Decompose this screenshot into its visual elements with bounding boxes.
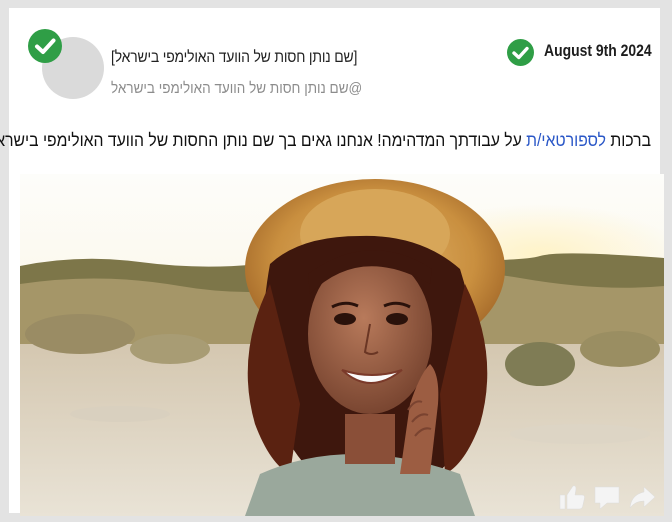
post-header: [שם נותן חסות של הוועד האולימפי בישראל] … bbox=[9, 8, 660, 118]
post-text-start: ברכות bbox=[606, 130, 651, 150]
post-actions bbox=[557, 482, 657, 512]
comment-icon[interactable] bbox=[592, 482, 622, 512]
share-arrow-icon[interactable] bbox=[627, 482, 657, 512]
thumbs-up-icon[interactable] bbox=[557, 482, 587, 512]
post-date: August 9th 2024 bbox=[544, 41, 652, 60]
athlete-link[interactable]: לספורטאי/ת bbox=[526, 130, 606, 150]
social-post-card: [שם נותן חסות של הוועד האולימפי בישראל] … bbox=[0, 8, 664, 516]
post-text: ברכות לספורטאי/ת על עבודתך המדהימה! אנחנ… bbox=[0, 130, 651, 151]
author-handle[interactable]: @שם נותן חסות של הוועד האולימפי בישראל bbox=[111, 80, 363, 97]
check-circle-icon bbox=[28, 29, 62, 63]
post-image bbox=[20, 174, 664, 516]
author-name[interactable]: [שם נותן חסות של הוועד האולימפי בישראל] bbox=[111, 49, 363, 67]
check-circle-icon bbox=[507, 39, 534, 66]
post-text-end: על עבודתך המדהימה! אנחנו גאים בך שם נותן… bbox=[0, 130, 527, 150]
